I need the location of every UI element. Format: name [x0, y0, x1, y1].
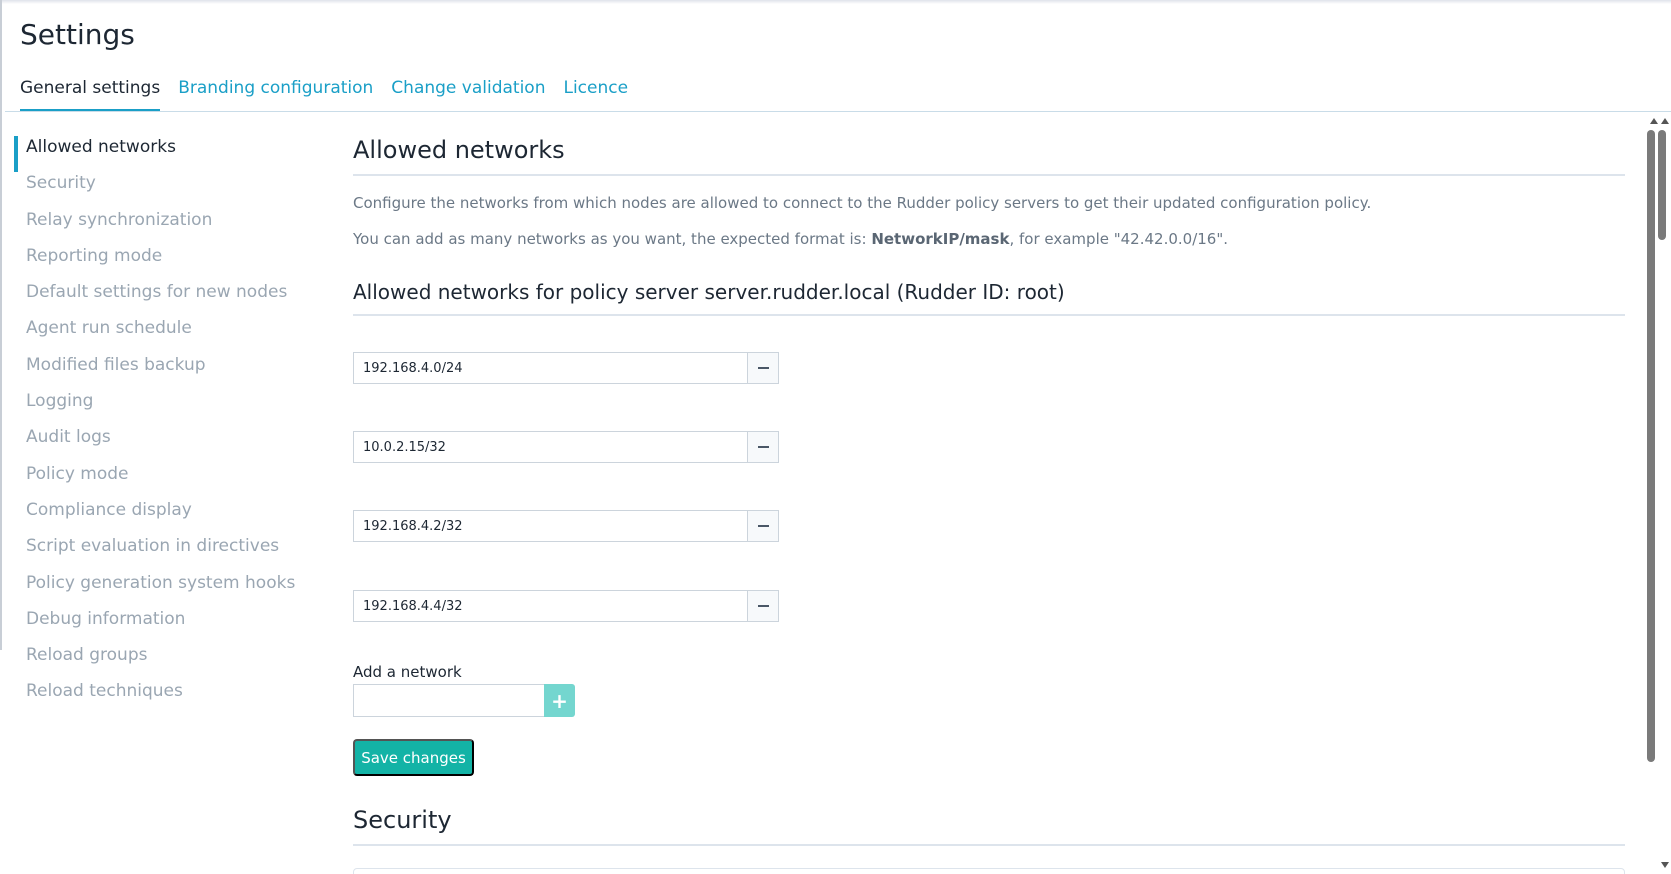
- section-title: Allowed networks: [353, 136, 1625, 176]
- policy-server-title: Allowed networks for policy server serve…: [353, 280, 1625, 316]
- network-row: [353, 590, 779, 622]
- minus-icon: [757, 367, 769, 369]
- format-hint-bold: NetworkIP/mask: [871, 230, 1010, 248]
- sidebar-item-relay-synchronization[interactable]: Relay synchronization: [14, 209, 314, 245]
- window-left-edge: [0, 0, 2, 650]
- sidebar-item-reload-techniques[interactable]: Reload techniques: [14, 680, 314, 716]
- network-input[interactable]: [353, 352, 747, 384]
- format-hint-prefix: You can add as many networks as you want…: [353, 230, 872, 248]
- content-scrollbar-thumb[interactable]: [1647, 130, 1655, 762]
- sidebar-item-allowed-networks[interactable]: Allowed networks: [14, 136, 314, 173]
- sidebar-item-script-evaluation[interactable]: Script evaluation in directives: [14, 535, 314, 571]
- tab-branding-configuration[interactable]: Branding configuration: [178, 76, 373, 112]
- sidebar-item-logging[interactable]: Logging: [14, 390, 314, 426]
- sidebar-item-debug-information[interactable]: Debug information: [14, 608, 314, 644]
- save-changes-button[interactable]: Save changes: [353, 739, 474, 776]
- format-hint: You can add as many networks as you want…: [353, 230, 1625, 248]
- page-title: Settings: [20, 18, 135, 51]
- network-row: [353, 510, 779, 542]
- sidebar-item-compliance-display[interactable]: Compliance display: [14, 499, 314, 535]
- tab-licence[interactable]: Licence: [563, 76, 628, 112]
- scroll-up-arrow-icon[interactable]: [1661, 118, 1669, 124]
- tab-change-validation[interactable]: Change validation: [391, 76, 545, 112]
- network-row: [353, 352, 779, 384]
- sidebar-item-agent-run-schedule[interactable]: Agent run schedule: [14, 317, 314, 353]
- section-description: Configure the networks from which nodes …: [353, 194, 1372, 212]
- sidebar-item-audit-logs[interactable]: Audit logs: [14, 426, 314, 462]
- sidebar-item-security[interactable]: Security: [14, 172, 314, 208]
- sidebar-item-default-settings[interactable]: Default settings for new nodes: [14, 281, 314, 317]
- minus-icon: [757, 525, 769, 527]
- sidebar-item-policy-generation-hooks[interactable]: Policy generation system hooks: [14, 572, 314, 608]
- scroll-up-arrow-icon[interactable]: [1650, 118, 1658, 124]
- security-panel: [353, 868, 1625, 874]
- remove-network-button[interactable]: [747, 352, 779, 384]
- remove-network-button[interactable]: [747, 510, 779, 542]
- sidebar-item-reporting-mode[interactable]: Reporting mode: [14, 245, 314, 281]
- settings-tabs: General settings Branding configuration …: [20, 76, 628, 112]
- network-input[interactable]: [353, 431, 747, 463]
- remove-network-button[interactable]: [747, 590, 779, 622]
- allowed-networks-section: Allowed networks Configure the networks …: [353, 136, 1625, 316]
- add-network-input[interactable]: [353, 684, 544, 717]
- minus-icon: [757, 605, 769, 607]
- sidebar-item-policy-mode[interactable]: Policy mode: [14, 463, 314, 499]
- settings-sidebar: Allowed networks Security Relay synchron…: [14, 136, 314, 717]
- network-row: [353, 431, 779, 463]
- sidebar-item-modified-files-backup[interactable]: Modified files backup: [14, 354, 314, 390]
- format-hint-suffix: , for example "42.42.0.0/16".: [1009, 230, 1229, 248]
- security-section-title: Security: [353, 806, 1625, 846]
- remove-network-button[interactable]: [747, 431, 779, 463]
- scroll-down-arrow-icon[interactable]: [1661, 862, 1669, 868]
- minus-icon: [757, 446, 769, 448]
- tab-general-settings[interactable]: General settings: [20, 76, 161, 112]
- network-input[interactable]: [353, 590, 747, 622]
- tabs-divider: [5, 111, 1671, 112]
- add-network-label: Add a network: [353, 663, 462, 681]
- page-scrollbar-thumb[interactable]: [1658, 130, 1666, 240]
- sidebar-item-reload-groups[interactable]: Reload groups: [14, 644, 314, 680]
- add-network-button[interactable]: +: [544, 684, 575, 717]
- add-network-row: +: [353, 684, 575, 717]
- top-shadow: [0, 0, 1671, 4]
- network-input[interactable]: [353, 510, 747, 542]
- plus-icon: +: [551, 688, 568, 713]
